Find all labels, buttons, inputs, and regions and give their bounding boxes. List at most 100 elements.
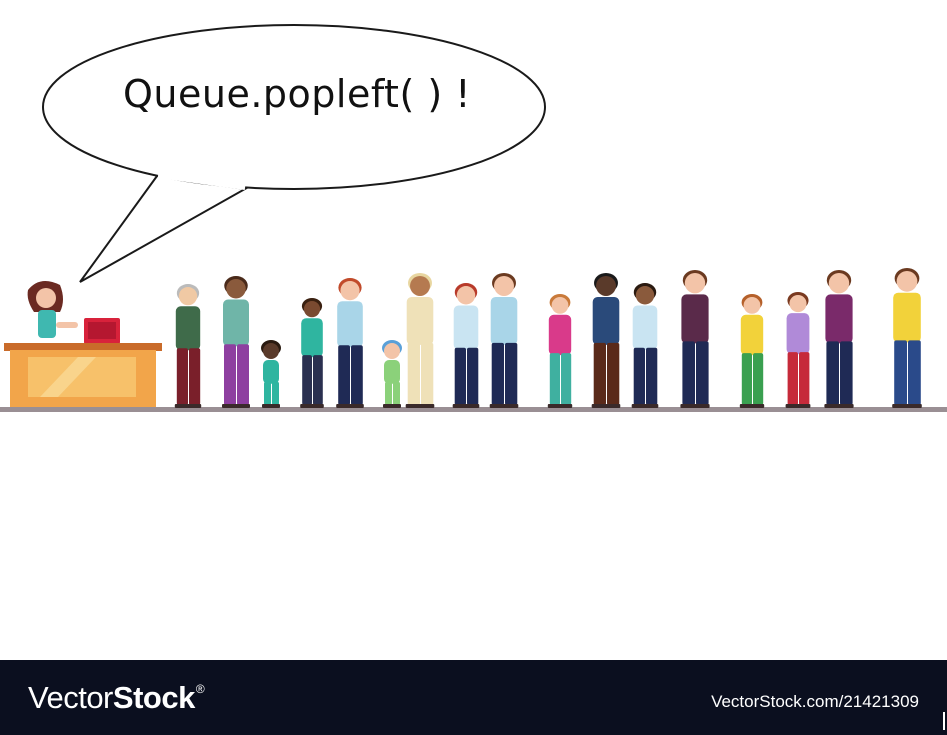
person-3	[261, 340, 281, 408]
person-14	[739, 294, 765, 408]
person-10	[547, 294, 573, 408]
person-leg-left	[454, 347, 466, 405]
person-shoes	[591, 404, 621, 408]
person-shoes	[892, 404, 922, 408]
vectorstock-logo: VectorStock®	[28, 680, 205, 716]
person-leg-right	[799, 352, 810, 405]
person-torso	[548, 314, 572, 356]
person-2	[222, 276, 250, 408]
person-torso	[632, 305, 658, 350]
person-torso	[681, 294, 709, 344]
person-leg-right	[272, 381, 279, 405]
person-leg-right	[393, 381, 400, 405]
person-leg-left	[741, 353, 752, 405]
person-shoes	[739, 404, 765, 408]
person-head	[263, 343, 279, 359]
person-17	[892, 268, 922, 408]
person-torso	[263, 360, 279, 384]
person-torso	[592, 296, 620, 345]
person-shoes	[489, 404, 519, 408]
person-torso	[740, 314, 764, 356]
person-shoes	[174, 404, 202, 408]
person-leg-left	[787, 352, 798, 405]
person-leg-left	[176, 348, 188, 405]
person-torso	[893, 292, 921, 343]
person-head	[456, 286, 476, 305]
person-5	[336, 278, 364, 408]
person-leg-right	[505, 342, 518, 405]
person-9	[489, 273, 519, 408]
person-torso	[825, 294, 853, 344]
person-head	[226, 279, 246, 299]
person-leg-left	[682, 341, 695, 405]
person-12	[631, 283, 659, 408]
person-head	[596, 276, 616, 296]
person-head	[551, 297, 569, 314]
person-torso	[406, 296, 434, 345]
person-shoes	[336, 404, 364, 408]
person-leg-right	[313, 355, 323, 405]
person-leg-left	[549, 353, 560, 405]
people-in-queue	[174, 268, 922, 408]
person-leg-right	[467, 347, 479, 405]
person-leg-right	[908, 340, 921, 405]
person-shoes	[222, 404, 250, 408]
person-leg-left	[338, 345, 350, 405]
person-leg-right	[607, 342, 620, 405]
person-torso	[490, 296, 518, 345]
person-8	[452, 283, 480, 408]
person-leg-left	[224, 344, 236, 405]
person-head	[384, 343, 400, 359]
edge-marker	[943, 712, 945, 730]
person-head	[684, 273, 706, 294]
person-leg-right	[646, 347, 658, 405]
person-torso	[384, 360, 400, 384]
brand-word-stock: Stock	[112, 680, 195, 715]
stock-image-id: VectorStock.com/21421309	[711, 692, 919, 711]
person-torso	[223, 299, 249, 347]
person-leg-right	[421, 342, 434, 405]
person-head	[340, 281, 360, 301]
person-shoes	[680, 404, 710, 408]
person-7	[405, 273, 435, 408]
person-head	[410, 276, 430, 296]
person-leg-left	[302, 355, 312, 405]
person-torso	[453, 305, 479, 350]
person-leg-left	[491, 342, 504, 405]
person-6	[382, 340, 402, 408]
person-16	[824, 270, 854, 408]
person-leg-left	[633, 347, 645, 405]
person-leg-right	[561, 353, 572, 405]
checkout-counter	[4, 343, 162, 407]
brand-word-vector: Vector	[28, 680, 113, 715]
speech-bubble	[42, 24, 546, 283]
person-head	[494, 276, 514, 296]
person-shoes	[547, 404, 573, 408]
person-shoes	[262, 404, 280, 408]
person-13	[680, 270, 710, 408]
person-head	[178, 287, 198, 306]
person-15	[785, 292, 811, 408]
person-leg-left	[264, 381, 271, 405]
person-leg-left	[407, 342, 420, 405]
person-shoes	[300, 404, 324, 408]
cashier	[27, 281, 78, 338]
registered-mark: ®	[195, 682, 205, 696]
person-leg-left	[593, 342, 606, 405]
person-head	[743, 297, 761, 314]
person-shoes	[452, 404, 480, 408]
person-11	[591, 273, 621, 408]
person-leg-right	[189, 348, 201, 405]
person-leg-left	[826, 341, 839, 405]
person-leg-right	[840, 341, 853, 405]
person-shoes	[631, 404, 659, 408]
person-leg-right	[237, 344, 249, 405]
speech-text: Queue.popleft( ) !	[123, 72, 471, 116]
person-shoes	[824, 404, 854, 408]
person-torso	[301, 318, 323, 358]
person-leg-right	[696, 341, 709, 405]
person-head	[635, 286, 655, 305]
person-leg-right	[351, 345, 363, 405]
person-torso	[786, 313, 810, 355]
person-leg-left	[894, 340, 907, 405]
